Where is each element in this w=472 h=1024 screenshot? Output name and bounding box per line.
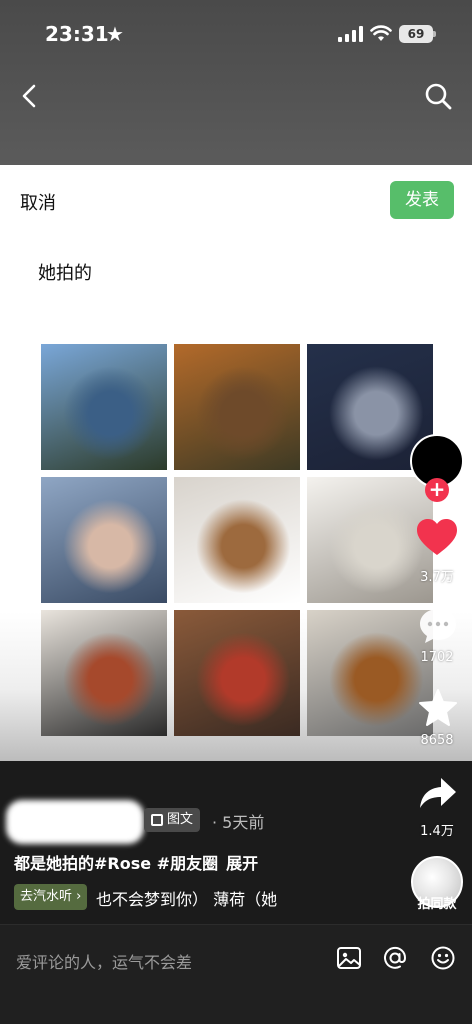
photo-hand-ring[interactable] — [41, 477, 167, 603]
back-button[interactable] — [12, 78, 48, 114]
at-mention-icon[interactable] — [382, 945, 408, 971]
photo-grid — [41, 344, 433, 736]
top-nav-area: 23:31 ★ 69 — [0, 0, 472, 165]
wifi-icon — [370, 25, 392, 41]
post-time: · 5天前 — [212, 813, 265, 832]
comment-icon[interactable] — [418, 606, 458, 646]
heart-icon[interactable] — [416, 518, 458, 558]
image-text-icon — [151, 814, 163, 826]
comment-input[interactable]: 爱评论的人，运气不会差 — [16, 949, 192, 973]
image-icon[interactable] — [336, 945, 362, 971]
share-count: 1.4万 — [420, 824, 454, 839]
favorite-count: 8658 — [420, 733, 454, 748]
status-bar: 23:31 ★ 69 — [0, 0, 472, 70]
post-text: 她拍的 — [38, 263, 92, 284]
battery-indicator: 69 — [399, 25, 433, 43]
music-chip-button[interactable]: 去汽水听 › — [14, 884, 88, 910]
like-count: 3.7万 — [420, 570, 454, 585]
music-title[interactable]: 也不会梦到你） 薄荷（她 — [96, 886, 296, 910]
post-type-label: 图文 — [167, 812, 194, 827]
photo-pastry-paper[interactable] — [41, 610, 167, 736]
post-type-badge: 图文 — [144, 808, 201, 832]
comment-count: 1702 — [420, 650, 454, 665]
photo-puppy[interactable] — [174, 477, 300, 603]
favorite-star-icon[interactable] — [418, 688, 458, 728]
caption-text: 都是她拍的#Rose #朋友圈 — [14, 854, 219, 873]
share-icon[interactable] — [419, 776, 457, 810]
search-icon[interactable] — [420, 78, 456, 114]
status-time: 23:31 — [45, 22, 109, 46]
author-name-blurred[interactable] — [6, 800, 144, 844]
cellular-signal-icon — [338, 26, 363, 42]
star-icon: ★ — [106, 22, 124, 46]
post-image-sheet[interactable]: 取消 发表 她拍的 — [0, 165, 472, 761]
battery-tip — [433, 31, 436, 37]
comment-bar: 爱评论的人，运气不会差 — [0, 924, 472, 1024]
photo-autumn-path[interactable] — [174, 344, 300, 470]
follow-plus-button[interactable]: + — [425, 478, 449, 502]
photo-ocean-view[interactable] — [41, 344, 167, 470]
emoji-icon[interactable] — [430, 945, 456, 971]
post-caption[interactable]: 都是她拍的#Rose #朋友圈 展开 — [14, 850, 258, 874]
photo-french-toast[interactable] — [307, 610, 433, 736]
cancel-button[interactable]: 取消 — [20, 189, 56, 215]
shoot-same-label[interactable]: 拍同款 — [407, 893, 467, 912]
publish-button[interactable]: 发表 — [390, 181, 454, 219]
expand-button[interactable]: 展开 — [226, 854, 258, 873]
photo-dinner-table[interactable] — [174, 610, 300, 736]
